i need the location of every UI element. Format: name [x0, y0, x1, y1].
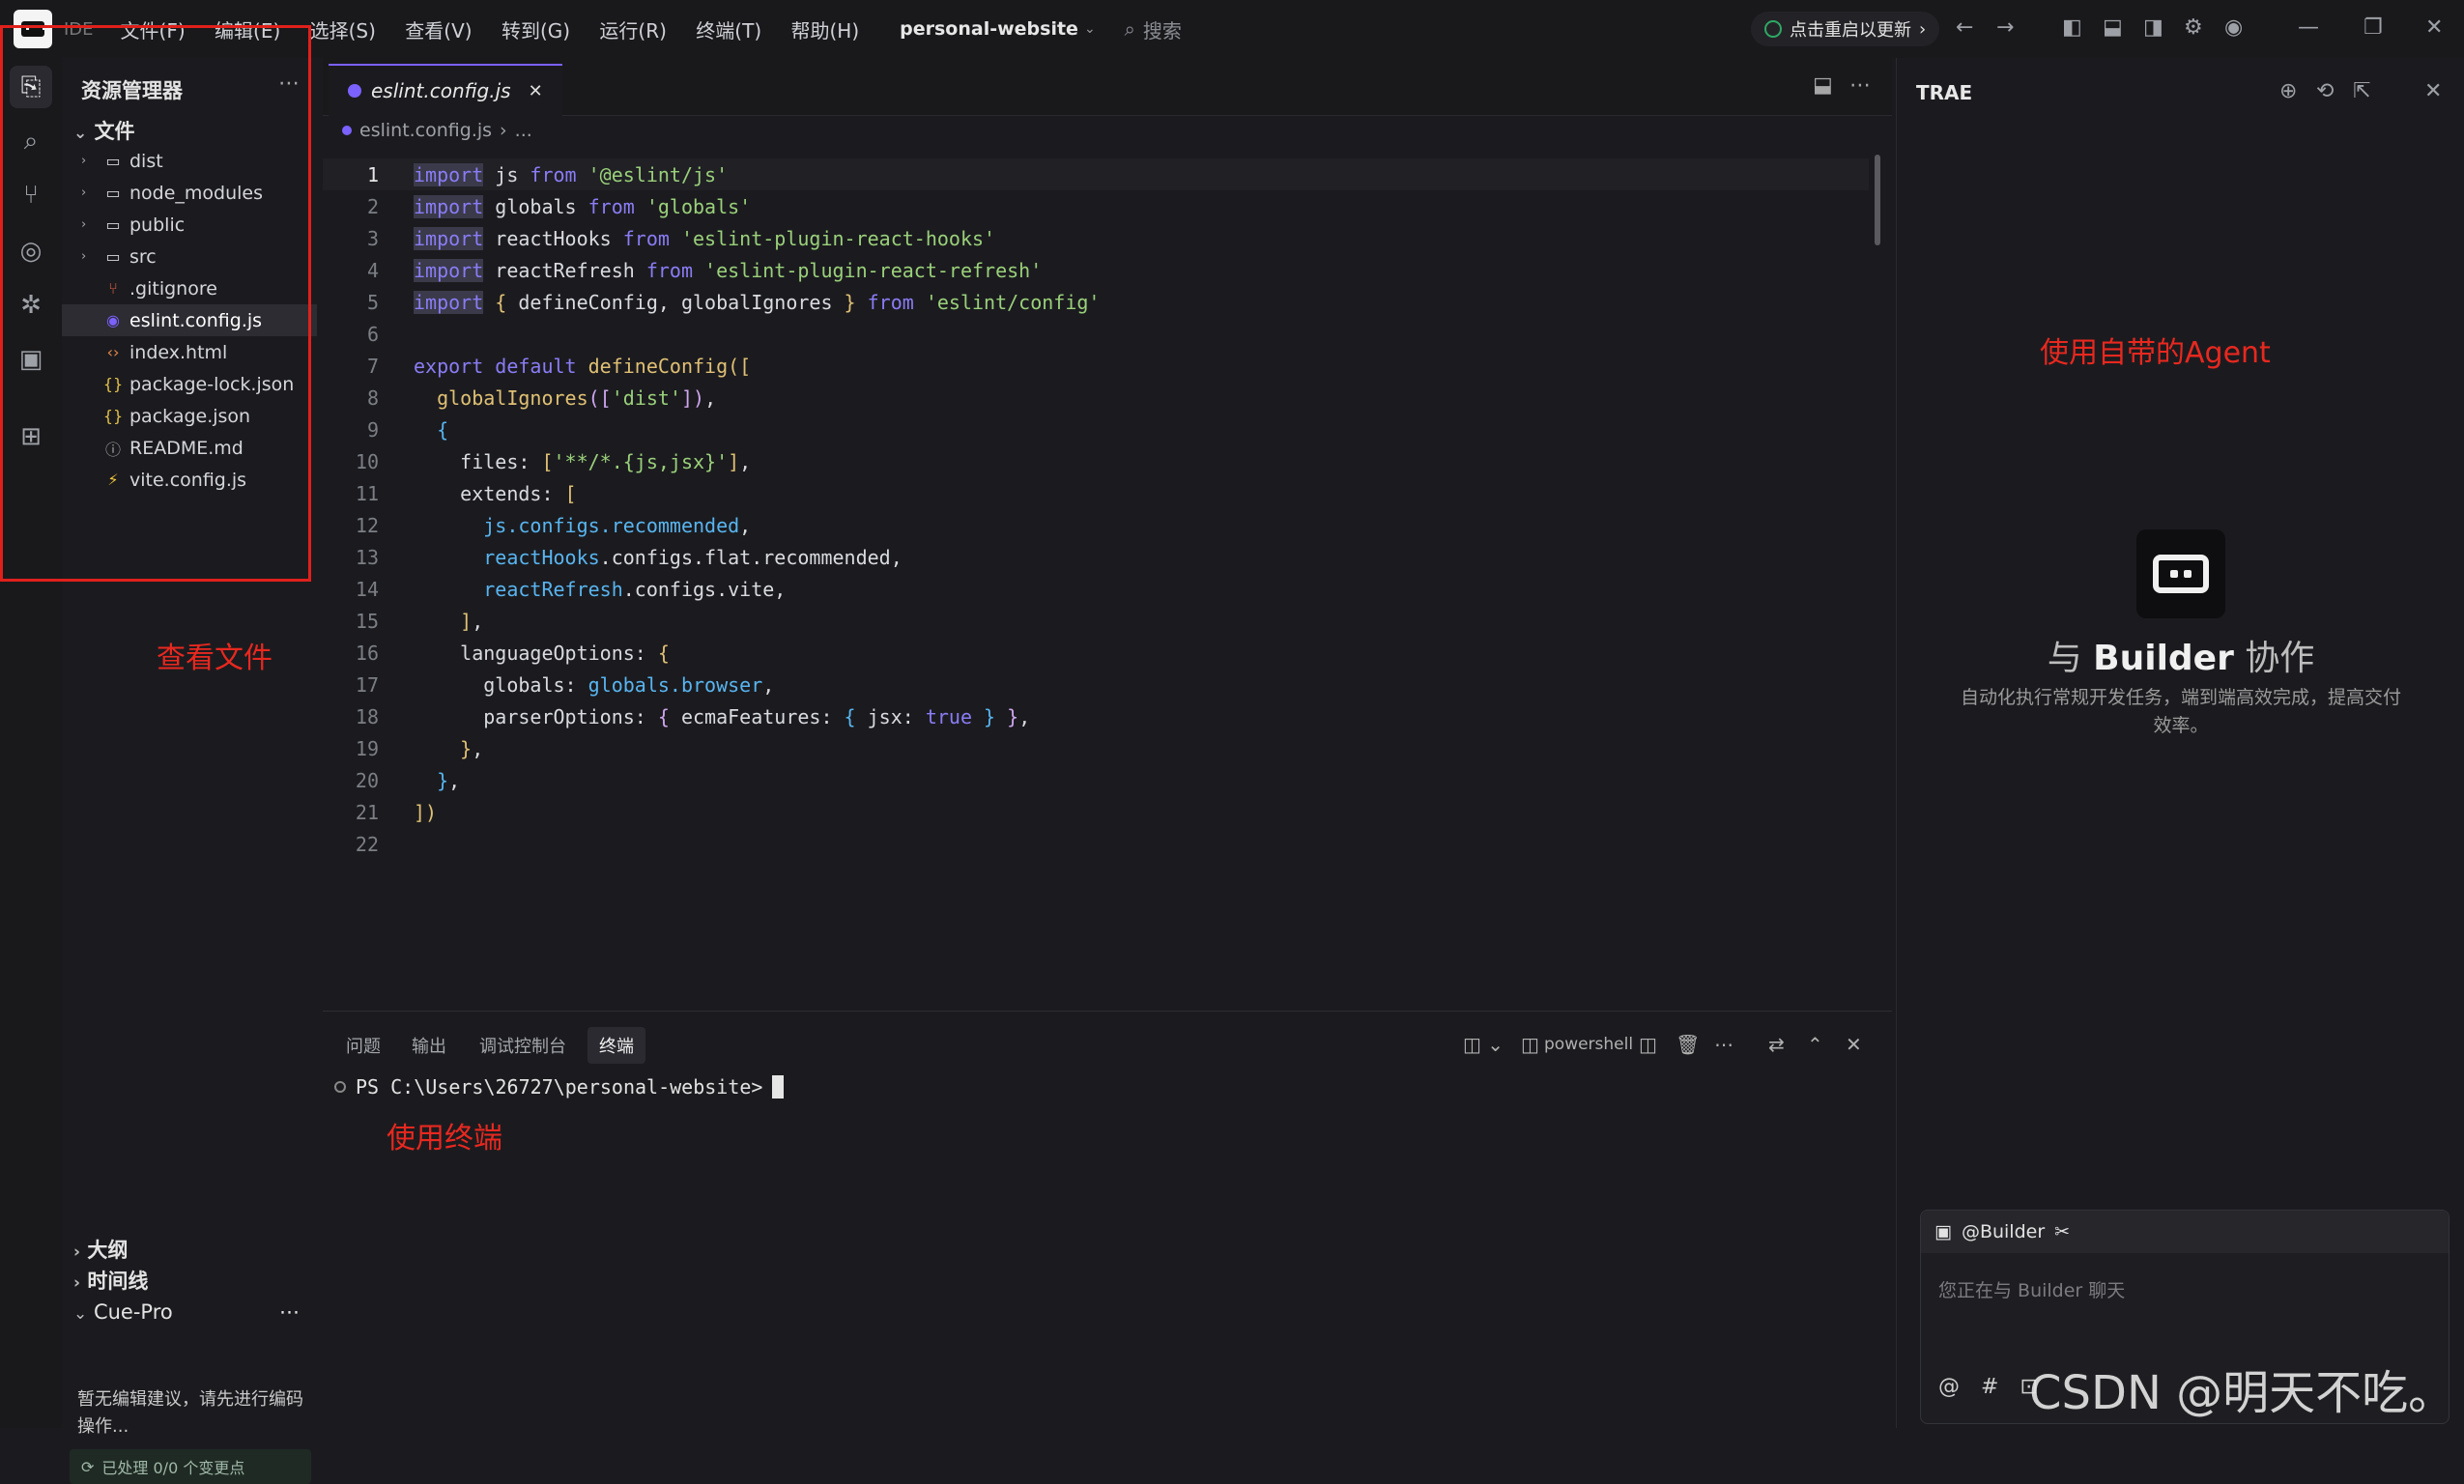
panel-swap-icon[interactable]: ⇄: [1768, 1033, 1785, 1056]
annotation-use-terminal: 使用终端: [387, 1122, 502, 1156]
terminal-cursor: [772, 1075, 785, 1099]
chat-mention: @Builder: [1961, 1221, 2046, 1242]
collab-description: 自动化执行常规开发任务，端到端高效完成，提高交付效率。: [1960, 687, 2401, 736]
bottom-panel: 问题 输出 调试控制台 终端 ◫ ⌄ ◫ powershell ◫ 🗑 ⋯ ⇄ …: [323, 1011, 1892, 1428]
tools-icon: ✂: [2054, 1221, 2071, 1242]
collab-heading: 与 Builder 协作: [1897, 630, 2464, 680]
command-status-icon: [334, 1081, 346, 1093]
search-placeholder: 搜索: [1142, 18, 1182, 43]
hashtag-icon[interactable]: #: [1981, 1375, 1998, 1399]
chevron-down-icon: ⌄: [73, 1304, 88, 1324]
restore-icon[interactable]: ❐: [2364, 15, 2383, 40]
tab-terminal[interactable]: 终端: [587, 1027, 645, 1064]
menu-selection[interactable]: 选择(S): [310, 19, 376, 43]
collab-agent-name: Builder: [2093, 639, 2234, 678]
minimize-icon[interactable]: —: [2298, 15, 2319, 40]
mention-at-icon[interactable]: @: [1938, 1375, 1960, 1399]
prompt-text: PS C:\Users\26727\personal-website>: [356, 1075, 763, 1099]
code-lines[interactable]: 1 import js from '@eslint/js' 2 import glo…: [323, 158, 1869, 860]
tab-label: eslint.config.js: [371, 79, 511, 102]
tab-output[interactable]: 输出: [412, 1033, 446, 1058]
terminal-instance-icon: ◫: [1521, 1033, 1539, 1056]
account-icon[interactable]: ◉: [2224, 15, 2243, 40]
update-label: 点击重启以更新: [1790, 20, 1911, 41]
title-bar: IDE 文件(F) 编辑(E) 选择(S) 查看(V) 转到(G) 运行(R) …: [0, 0, 2464, 58]
toggle-right-panel-icon[interactable]: ◨: [2143, 15, 2163, 40]
menu-view[interactable]: 查看(V): [405, 19, 472, 43]
collab-suffix: 协作: [2245, 639, 2315, 678]
close-window-icon[interactable]: ✕: [2425, 15, 2443, 40]
breadcrumb-more[interactable]: ...: [515, 120, 532, 141]
cue-pro-label: Cue-Pro: [93, 1300, 173, 1324]
update-icon: [1764, 20, 1782, 38]
back-arrow-icon[interactable]: ←: [1956, 15, 1973, 40]
menu-help[interactable]: 帮助(H): [790, 19, 859, 43]
chat-toolbar: @ # ⊡: [1938, 1375, 2038, 1399]
more-actions-icon[interactable]: ⋯: [279, 1300, 300, 1324]
close-tab-icon[interactable]: ✕: [529, 81, 543, 101]
builder-icon: ▣: [1934, 1221, 1952, 1242]
watermark: CSDN @明天不吃。: [2029, 1366, 2455, 1420]
maximize-panel-icon[interactable]: ⌃: [1807, 1033, 1823, 1056]
settings-gear-icon[interactable]: ⚙: [2184, 15, 2203, 40]
annotation-view-files: 查看文件: [157, 642, 272, 675]
chat-agent-header[interactable]: ▣ @Builder ✂: [1921, 1211, 2449, 1253]
breadcrumb-file[interactable]: eslint.config.js: [359, 120, 492, 141]
chat-placeholder[interactable]: 您正在与 Builder 聊天: [1938, 1276, 2125, 1302]
builder-agent-icon: [2136, 529, 2225, 618]
annotation-box: [0, 25, 311, 582]
annotation-use-agent: 使用自带的Agent: [2040, 336, 2271, 370]
more-actions-icon[interactable]: ⋯: [1849, 73, 1871, 98]
tab-eslint-config[interactable]: eslint.config.js ✕: [329, 64, 562, 116]
project-switcher[interactable]: personal-website: [900, 18, 1078, 40]
menu-run[interactable]: 运行(R): [599, 19, 667, 43]
search-icon: ⌕: [1124, 17, 1135, 41]
toggle-sidebar-icon[interactable]: ◧: [2062, 15, 2082, 40]
close-panel-icon[interactable]: ✕: [1846, 1033, 1862, 1056]
panel-title: TRAE: [1916, 81, 1973, 104]
chevron-right-icon: ›: [73, 1242, 81, 1262]
cue-pro-status: ⟳ 已处理 0/0 个变更点: [70, 1449, 311, 1484]
timeline-section[interactable]: › 时间线: [62, 1266, 317, 1295]
split-editor-icon[interactable]: ⬓: [1813, 73, 1833, 98]
refresh-icon: ⟳: [81, 1457, 95, 1476]
breadcrumb: eslint.config.js › ...: [342, 120, 532, 141]
cue-status-label: 已处理 0/0 个变更点: [101, 1459, 245, 1477]
outline-label: 大纲: [87, 1239, 129, 1262]
trash-icon[interactable]: 🗑: [1676, 1033, 1700, 1056]
chevron-right-icon: ›: [1919, 18, 1927, 40]
menu-go[interactable]: 转到(G): [501, 19, 570, 43]
chevron-right-icon: ›: [73, 1273, 81, 1293]
chevron-down-icon[interactable]: ⌄: [1084, 21, 1096, 37]
code-editor: eslint.config.js ✕ ⬓ ⋯ eslint.config.js …: [323, 58, 1892, 1011]
eslint-icon: [342, 126, 352, 135]
editor-tabs: eslint.config.js ✕ ⬓ ⋯: [323, 58, 1892, 116]
ai-chat-panel: TRAE ⊕ ⟲ ⇱ ✕ 使用自带的Agent 与 Builder 协作 自动化…: [1896, 58, 2464, 1428]
split-terminal-icon[interactable]: ◫: [1639, 1033, 1657, 1056]
tab-problems[interactable]: 问题: [346, 1033, 381, 1058]
outline-section[interactable]: › 大纲: [62, 1235, 317, 1264]
pop-out-icon[interactable]: ⇱: [2353, 79, 2370, 103]
forward-arrow-icon[interactable]: →: [1996, 15, 2014, 40]
history-icon[interactable]: ⟲: [2316, 79, 2334, 103]
close-panel-icon[interactable]: ✕: [2424, 79, 2442, 103]
collab-prefix: 与: [2047, 639, 2082, 678]
cue-pro-section[interactable]: ⌄ Cue-Pro ⋯: [62, 1300, 317, 1324]
cue-pro-message: 暂无编辑建议，请先进行编码操作...: [77, 1389, 303, 1437]
toggle-panel-icon[interactable]: ⬓: [2103, 15, 2123, 40]
chevron-right-icon: ›: [500, 120, 507, 141]
terminal-prompt[interactable]: PS C:\Users\26727\personal-website>: [334, 1075, 785, 1099]
global-search[interactable]: ⌕ 搜索: [1125, 15, 1182, 43]
menu-terminal[interactable]: 终端(T): [696, 19, 761, 43]
timeline-label: 时间线: [87, 1270, 149, 1293]
new-chat-icon[interactable]: ⊕: [2279, 79, 2297, 103]
restart-update-button[interactable]: 点击重启以更新 ›: [1751, 12, 1940, 46]
tab-debug-console[interactable]: 调试控制台: [479, 1033, 566, 1058]
more-actions-icon[interactable]: ⋯: [1714, 1033, 1733, 1056]
terminal-layout-icon[interactable]: ◫ ⌄: [1463, 1033, 1504, 1056]
eslint-icon: [348, 84, 361, 98]
shell-name[interactable]: powershell: [1544, 1035, 1633, 1054]
editor-scrollbar[interactable]: [1875, 155, 1880, 245]
